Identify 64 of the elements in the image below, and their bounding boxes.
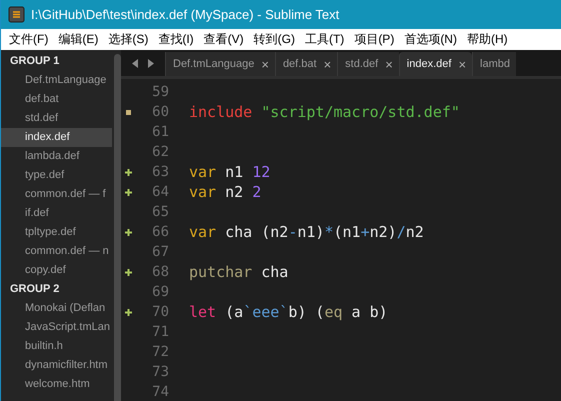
code-editor[interactable]: 59 60 include "script/macro/std.def" 61 62 63 var n1 12 64 var n2 2 65 66 var cha (n2-n1)*(n1+n2)/n2 67 68 putchar cha 69 70 let (a`eee`b) (eq a b) 71 72 73 74	[121, 79, 561, 401]
menu-item[interactable]: 查看(V)	[202, 31, 252, 48]
menu-item[interactable]: 选择(S)	[106, 31, 156, 48]
line-number: 67	[151, 244, 169, 260]
line-number: 68	[151, 264, 169, 280]
app-icon	[8, 6, 25, 23]
line-number: 64	[151, 184, 169, 200]
group-header: GROUP 1	[9, 54, 60, 69]
file-item[interactable]: builtin.h	[1, 337, 112, 356]
file-item[interactable]: JavaScript.tmLan	[1, 318, 112, 337]
code-line: var cha (n2-n1)*(n1+n2)/n2	[188, 223, 424, 241]
line-number: 61	[151, 124, 169, 140]
code-line: putchar cha	[188, 263, 288, 281]
file-item[interactable]: type.def	[1, 166, 112, 185]
file-item[interactable]: std.def	[1, 109, 112, 128]
file-item[interactable]: Monokai (Deflan	[1, 299, 112, 318]
line-number: 66	[151, 224, 169, 240]
group-header: GROUP 2	[9, 282, 60, 297]
line-number: 62	[151, 144, 169, 160]
menu-item[interactable]: 首选项(N)	[402, 31, 465, 48]
file-item[interactable]: index.def	[1, 128, 112, 147]
code-line: var n1 12	[188, 163, 270, 181]
file-item[interactable]: lambda.def	[1, 147, 112, 166]
code-line: let (a`eee`b) (eq a b)	[188, 303, 388, 321]
scrollbar[interactable]	[114, 54, 121, 401]
close-icon[interactable]: ×	[261, 56, 269, 72]
file-item[interactable]: tpltype.def	[1, 223, 112, 242]
tab[interactable]: lambd	[472, 52, 516, 76]
file-item[interactable]: if.def	[1, 204, 112, 223]
file-item[interactable]: dynamicfilter.htm	[1, 356, 112, 375]
file-item[interactable]: copy.def	[1, 261, 112, 280]
file-item[interactable]: def.bat	[1, 90, 112, 109]
close-icon[interactable]: ×	[458, 56, 466, 72]
menu-item[interactable]: 帮助(H)	[464, 31, 516, 48]
line-number: 65	[151, 204, 169, 220]
tab[interactable]: Def.tmLanguage ×	[165, 52, 275, 76]
code-line: var n2 2	[188, 183, 262, 201]
tab[interactable]: index.def ×	[398, 52, 472, 76]
menu-item[interactable]: 工具(T)	[302, 31, 352, 48]
close-icon[interactable]: ×	[324, 56, 332, 72]
close-icon[interactable]: ×	[385, 56, 393, 72]
file-item[interactable]: common.def — n	[1, 242, 112, 261]
menu-item[interactable]: 文件(F)	[7, 31, 56, 48]
file-item[interactable]: common.def — f	[1, 185, 112, 204]
file-item[interactable]: welcome.htm	[1, 375, 112, 394]
tab[interactable]: std.def ×	[337, 52, 399, 76]
menu-item[interactable]: 查找(I)	[156, 31, 202, 48]
line-number: 60	[151, 104, 169, 120]
line-number: 70	[151, 304, 169, 320]
line-number: 59	[151, 84, 169, 100]
line-number: 74	[151, 384, 169, 400]
file-item[interactable]: Def.tmLanguage	[1, 71, 112, 90]
menu-item[interactable]: 项目(P)	[352, 31, 402, 48]
line-number: 72	[151, 344, 169, 360]
menu-item[interactable]: 编辑(E)	[56, 31, 106, 48]
window-title: I:\GitHub\Def\test\index.def (MySpace) - Sublime Text	[31, 7, 340, 22]
line-number: 73	[151, 364, 169, 380]
line-number: 71	[151, 324, 169, 340]
tab[interactable]: def.bat ×	[274, 52, 338, 76]
menu-item[interactable]: 转到(G)	[252, 31, 303, 48]
line-number: 63	[151, 164, 169, 180]
line-number: 69	[151, 284, 169, 300]
tab-arrows-icon[interactable]	[132, 58, 154, 68]
code-line: include "script/macro/std.def"	[188, 103, 460, 121]
